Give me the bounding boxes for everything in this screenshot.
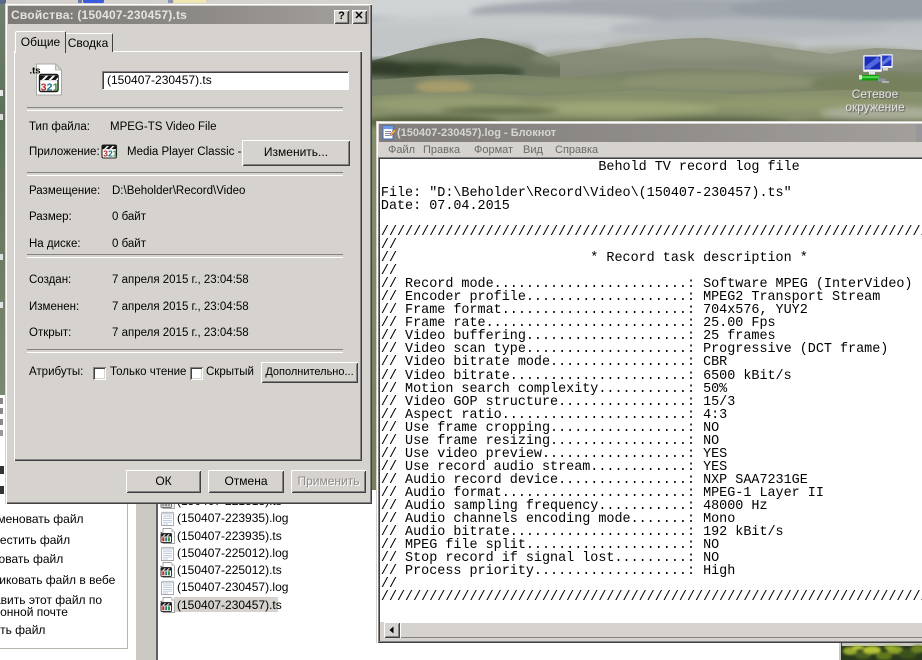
svg-text:1: 1 <box>53 81 59 93</box>
svg-text:1: 1 <box>113 149 118 159</box>
svg-text:.ts: .ts <box>30 66 41 77</box>
svg-text:2: 2 <box>47 81 53 93</box>
